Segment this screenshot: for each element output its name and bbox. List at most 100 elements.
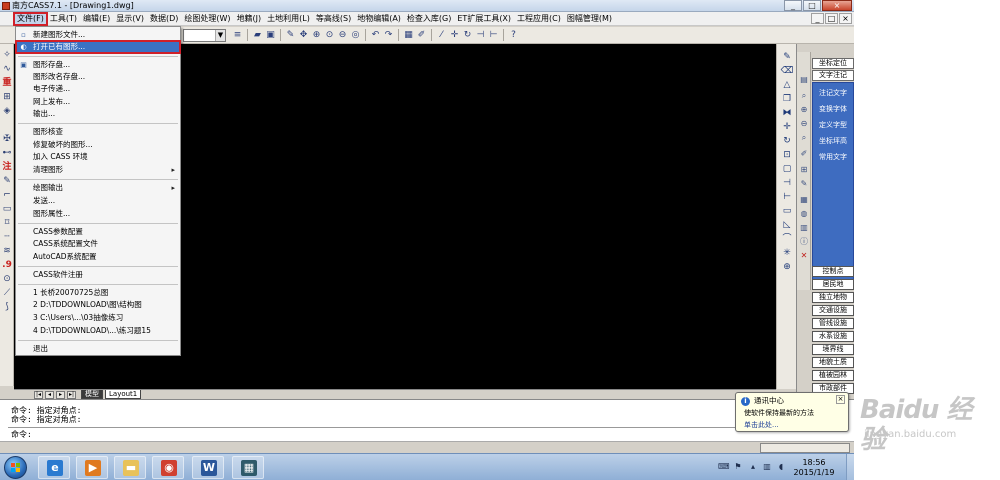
erase-icon[interactable]: ⌫ [780,66,794,77]
doc-restore-button[interactable]: □ [825,13,838,24]
fence-icon[interactable]: ⌑ [1,218,13,229]
globe-icon[interactable]: ◍ [799,208,809,219]
water-facility-button[interactable]: 水系设施 [812,331,854,342]
save-icon[interactable]: ▣ [265,29,276,41]
rectangle-icon[interactable]: ▭ [780,206,794,217]
redo-icon[interactable]: ↷ [383,29,394,41]
menu-engineering[interactable]: 工程应用(C) [514,13,564,25]
tray-chevron-up-icon[interactable]: ▴ [748,462,758,472]
menu-item-send[interactable]: 发送... [16,195,180,207]
menu-check-import[interactable]: 检查入库(G) [404,13,454,25]
taskbar-explorer[interactable]: ▬ [114,456,146,479]
control-point-button[interactable]: 控制点 [812,266,854,277]
taskbar-browser[interactable]: ◉ [152,456,184,479]
move-icon[interactable]: ✛ [449,29,460,41]
menu-item-audit[interactable]: 图形核查 [16,126,180,138]
lookup-icon[interactable]: ⌕ [799,132,809,143]
menu-tools[interactable]: 工具(T) [47,13,80,25]
menu-item-exit[interactable]: 退出 [16,343,180,355]
delete-icon[interactable]: ✕ [799,250,809,261]
tray-flag-icon[interactable]: ⚑ [733,462,743,472]
menu-item-open[interactable]: ◐ 打开已有图形... [15,40,181,54]
show-desktop-button[interactable] [846,454,854,480]
pan-icon[interactable]: ✥ [298,29,309,41]
list-item[interactable]: 变换字体 [813,104,853,115]
menu-item-recover[interactable]: 修复破坏的图形... [16,139,180,151]
layer-combo[interactable]: ▼ [183,29,226,42]
menu-cadastre[interactable]: 地籍(J) [234,13,265,25]
polyline-icon[interactable]: ⌐ [1,190,13,201]
triangle-icon[interactable]: △ [780,80,794,91]
tab-model[interactable]: 模型 [81,390,103,399]
menu-drawing-process[interactable]: 绘图处理(W) [181,13,233,25]
pencil-icon[interactable]: ✎ [780,52,794,63]
elevation-point-icon[interactable]: .9 [1,260,13,271]
recent-file-3[interactable]: 3 C:\Users\...\03抽像练习 [16,312,180,324]
last-tab-icon[interactable]: ▸| [67,391,76,399]
paint-icon[interactable]: ✎ [799,178,809,189]
menu-item-purge[interactable]: 清理图形 ▸ [16,164,180,176]
move-icon[interactable]: ✛ [780,122,794,133]
taskbar-cass[interactable]: ▦ [232,456,264,479]
independent-feature-button[interactable]: 独立地物 [812,292,854,303]
annotation-icon[interactable]: 注 [1,162,13,173]
trim-icon[interactable]: ⊣ [780,178,794,189]
zoom-in-icon[interactable]: ⊕ [799,104,809,115]
dots-icon[interactable]: ┄ [1,232,13,243]
menu-item-save[interactable]: ▣ 图形存盘... [16,59,180,71]
recent-file-4[interactable]: 4 D:\TDDOWNLOAD\...\练习题15 [16,325,180,337]
search-icon[interactable]: ⌕ [799,90,809,101]
zoom-icon[interactable]: ⊕ [780,262,794,273]
list-item[interactable]: 常用文字 [813,152,853,163]
pencil-icon[interactable]: ✎ [285,29,296,41]
clock-time[interactable]: 18:56 [790,458,838,467]
recent-file-1[interactable]: 1 长桥20070725总图 [16,287,180,299]
first-tab-icon[interactable]: |◂ [34,391,43,399]
menu-land-use[interactable]: 土地利用(L) [264,13,313,25]
tray-keyboard-icon[interactable]: ⌨ [718,462,730,472]
wave-line-icon[interactable]: ⟆ [1,302,13,313]
list-item[interactable]: 定义字型 [813,120,853,131]
undo-icon[interactable]: ↶ [370,29,381,41]
close-button[interactable]: × [822,0,852,11]
point-icon[interactable]: ✧ [1,50,13,61]
extend-icon[interactable]: ⊢ [780,192,794,203]
layer-list-icon[interactable]: ≡ [232,29,243,41]
explode-icon[interactable]: ✳ [780,248,794,259]
menu-feature-edit[interactable]: 地物编辑(A) [354,13,404,25]
snap-icon[interactable]: ✠ [1,134,13,145]
stretch-icon[interactable]: ▢ [780,164,794,175]
taskbar-word[interactable]: W [192,456,224,479]
layer-icon[interactable]: ◈ [1,106,13,117]
mirror-icon[interactable]: ⧓ [780,108,794,119]
menu-item-new[interactable]: ▫ 新建图形文件... [16,29,180,41]
draw-line-icon[interactable]: ⁄ [436,29,447,41]
grid-icon[interactable]: ⊞ [799,164,809,175]
redraw-icon[interactable]: 重 [1,78,13,89]
edit-icon[interactable]: ✎ [1,176,13,187]
list-item[interactable]: 坐标坪高 [813,136,853,147]
menu-et-tools[interactable]: ET扩展工具(X) [454,13,514,25]
recent-file-2[interactable]: 2 D:\TDDOWNLOAD\图\结构图 [16,299,180,311]
menu-view[interactable]: 显示(V) [113,13,147,25]
zoom-previous-icon[interactable]: ⊖ [337,29,348,41]
properties-icon[interactable]: ▦ [403,29,414,41]
next-tab-icon[interactable]: ▸ [56,391,65,399]
command-window[interactable]: 命令: 指定对角点: 命令: 指定对角点: 命令: [0,399,854,441]
tab-layout1[interactable]: Layout1 [105,390,142,399]
coordinate-locate-button[interactable]: 坐标定位 [812,58,854,69]
traffic-facility-button[interactable]: 交通设施 [812,305,854,316]
menu-item-drawing-properties[interactable]: 图形属性... [16,208,180,220]
menu-data[interactable]: 数据(D) [147,13,181,25]
boundary-line-button[interactable]: 境界线 [812,344,854,355]
taskbar-ie[interactable]: e [38,456,70,479]
info-icon[interactable]: ⓘ [799,236,809,247]
chamfer-icon[interactable]: ◺ [780,220,794,231]
open-folder-icon[interactable]: ▰ [252,29,263,41]
zoom-window-icon[interactable]: ⊙ [324,29,335,41]
menu-item-save-as[interactable]: 图形改名存盘... [16,71,180,83]
pipeline-facility-button[interactable]: 管线设施 [812,318,854,329]
grid-icon[interactable]: ⊞ [1,92,13,103]
menu-contour[interactable]: 等高线(S) [313,13,354,25]
scale-icon[interactable]: ⊡ [780,150,794,161]
